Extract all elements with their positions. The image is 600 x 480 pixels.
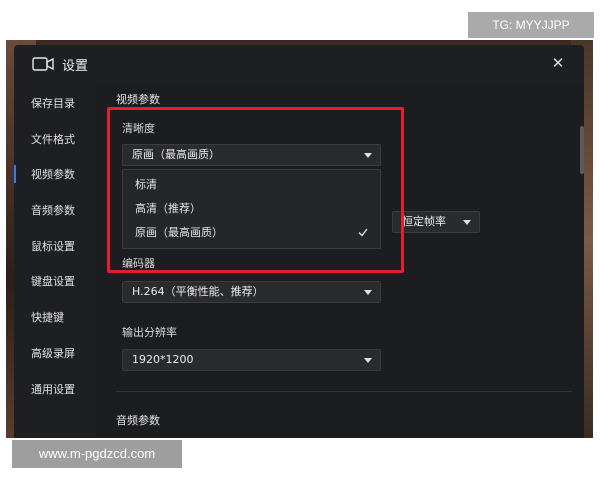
sidebar-item-file-format[interactable]: 文件格式 xyxy=(14,130,96,150)
close-icon: ✕ xyxy=(551,54,565,72)
section-title-video: 视频参数 xyxy=(116,93,160,106)
watermark-bottom: www.m-pgdzcd.com xyxy=(12,440,182,468)
resolution-select-value: 1920*1200 xyxy=(132,353,194,366)
window-title: 设置 xyxy=(62,59,89,74)
sidebar-item-advanced[interactable]: 高级录屏 xyxy=(14,344,96,364)
resolution-label: 输出分辨率 xyxy=(122,326,177,339)
chevron-down-icon xyxy=(364,358,372,363)
frame-rate-select[interactable]: 恒定帧率 xyxy=(392,211,480,233)
close-button[interactable]: ✕ xyxy=(548,53,568,73)
resolution-select[interactable]: 1920*1200 xyxy=(122,349,381,371)
section-title-audio: 音频参数 xyxy=(116,414,160,427)
frame-rate-select-value: 恒定帧率 xyxy=(402,215,446,228)
title-bar: 设置 ✕ xyxy=(14,45,584,83)
sidebar-item-audio-params[interactable]: 音频参数 xyxy=(14,201,96,221)
encoder-select[interactable]: H.264（平衡性能、推荐） xyxy=(122,281,381,303)
settings-window: 设置 ✕ 保存目录 文件格式 视频参数 音频参数 鼠标设置 键盘设置 快捷键 高… xyxy=(14,45,584,438)
section-divider xyxy=(116,391,572,392)
sidebar-item-mouse[interactable]: 鼠标设置 xyxy=(14,237,96,257)
highlight-annotation xyxy=(107,107,404,273)
camera-icon xyxy=(32,57,54,71)
sidebar-item-video-params[interactable]: 视频参数 xyxy=(14,165,96,185)
sidebar: 保存目录 文件格式 视频参数 音频参数 鼠标设置 键盘设置 快捷键 高级录屏 通… xyxy=(14,83,96,438)
encoder-label: 编码器 xyxy=(122,257,155,270)
chevron-down-icon xyxy=(463,220,471,225)
sidebar-item-keyboard[interactable]: 键盘设置 xyxy=(14,272,96,292)
sidebar-item-general[interactable]: 通用设置 xyxy=(14,380,96,400)
sidebar-item-save-dir[interactable]: 保存目录 xyxy=(14,94,96,114)
chevron-down-icon xyxy=(364,290,372,295)
encoder-select-value: H.264（平衡性能、推荐） xyxy=(132,285,264,298)
sidebar-item-shortcuts[interactable]: 快捷键 xyxy=(14,308,96,328)
watermark-top: TG: MYYJJPP xyxy=(468,12,594,38)
scrollbar-thumb[interactable] xyxy=(580,126,584,174)
